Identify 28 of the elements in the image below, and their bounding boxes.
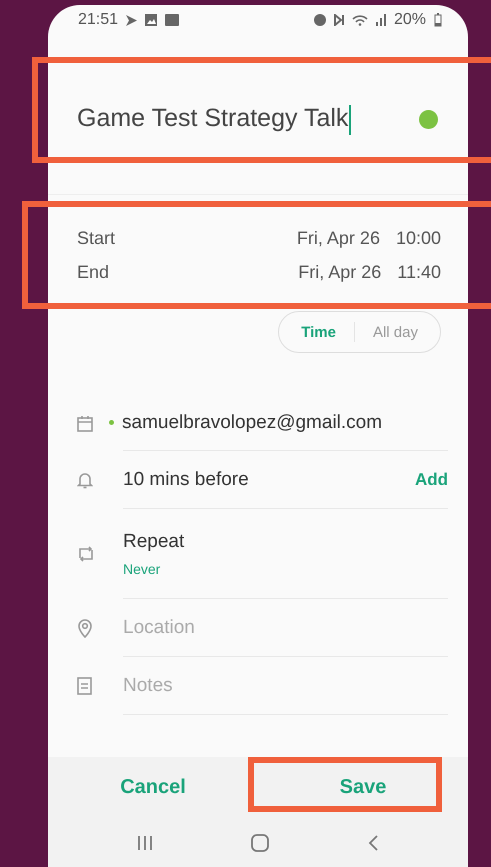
bell-icon bbox=[77, 471, 93, 489]
row-label[interactable]: Repeat bbox=[123, 530, 448, 552]
arrow-icon bbox=[126, 14, 138, 26]
location-pin-icon bbox=[77, 618, 93, 638]
notes-icon bbox=[77, 677, 92, 695]
image-icon bbox=[145, 14, 158, 26]
calendar-account[interactable]: samuelbravolopez@gmail.com bbox=[122, 412, 382, 434]
time-label: End bbox=[77, 262, 110, 282]
wifi-icon bbox=[352, 14, 368, 26]
time-label: Start bbox=[77, 228, 116, 248]
status-time: 21:51 bbox=[78, 11, 118, 29]
date-value[interactable]: Fri, Apr 26 bbox=[296, 228, 380, 248]
recent-apps-icon[interactable] bbox=[136, 835, 153, 851]
input-field[interactable]: Location bbox=[123, 616, 448, 638]
back-icon[interactable] bbox=[367, 834, 380, 852]
repeat-icon bbox=[77, 546, 95, 562]
time-value[interactable]: 11:40 bbox=[397, 262, 441, 282]
reminder-value[interactable]: 10 mins before bbox=[123, 468, 249, 490]
time-value[interactable]: 10:00 bbox=[396, 228, 441, 248]
input-field[interactable]: Notes bbox=[123, 674, 448, 696]
home-icon[interactable] bbox=[250, 833, 270, 853]
date-value[interactable]: Fri, Apr 26 bbox=[298, 262, 382, 282]
signal-icon bbox=[376, 14, 386, 26]
battery-icon bbox=[434, 13, 442, 27]
event-color-dot[interactable] bbox=[419, 110, 438, 129]
calendar-icon bbox=[77, 414, 93, 432]
battery-percent: 20% bbox=[394, 11, 426, 29]
event-title-field[interactable]: Game Test Strategy Talk bbox=[77, 104, 419, 135]
